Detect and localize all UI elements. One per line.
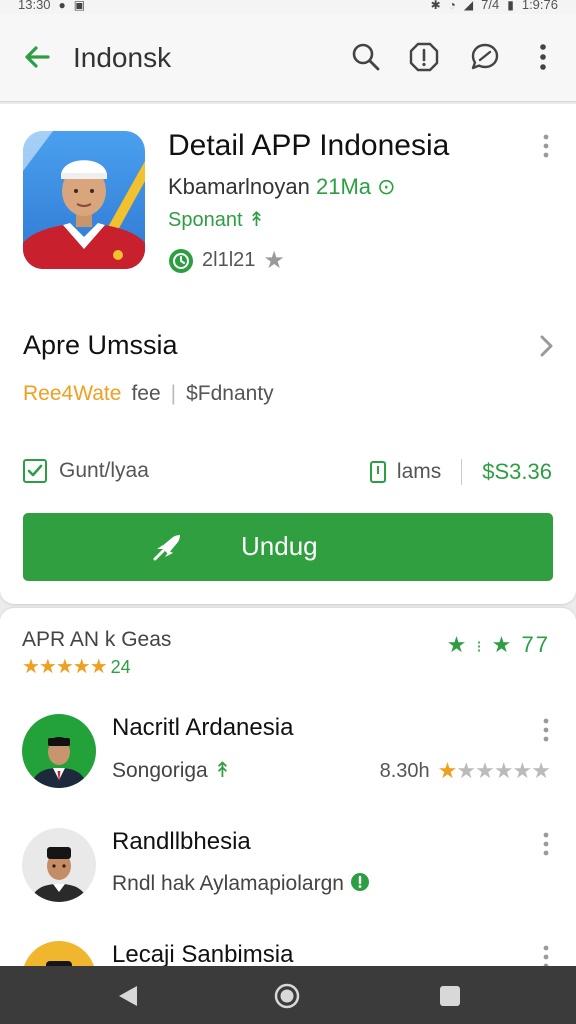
status-network: 7/4 bbox=[481, 0, 500, 12]
nav-back-icon[interactable] bbox=[115, 983, 141, 1009]
app-detail-card: Detail APP Indonesia Kbamarlnoyan 21Ma ⊙… bbox=[0, 104, 576, 604]
app-sponsor: Sponant ↟ bbox=[168, 207, 265, 232]
sponsor-icon: ↟ bbox=[213, 759, 232, 782]
review-stars: ★★★★★★ bbox=[437, 758, 551, 783]
reviews-rating: ★★★★★ 24 bbox=[22, 654, 131, 679]
notification-icon: ● bbox=[58, 0, 66, 12]
review-time: 8.30h bbox=[379, 759, 430, 782]
price-row: lams $S3.36 bbox=[369, 459, 552, 485]
reviews-summary-value: 77 bbox=[521, 632, 550, 657]
rating-count: 24 bbox=[110, 657, 131, 677]
system-nav-bar bbox=[0, 966, 576, 1024]
app-notification-icon: ▣ bbox=[73, 0, 86, 12]
star-icon: ★ bbox=[491, 632, 514, 657]
app-meta-text: 2l1l21 bbox=[202, 249, 256, 271]
star-icon: ★ bbox=[446, 632, 469, 657]
shield-info-icon[interactable] bbox=[408, 41, 440, 73]
reviewer-subtitle: Rndl hak Aylamapiolargn bbox=[112, 872, 370, 896]
developer-name: Kbamarlnoyan bbox=[168, 174, 310, 199]
more-options-icon[interactable] bbox=[542, 134, 550, 158]
reviewer-subtitle-text: Rndl hak Aylamapiolargn bbox=[112, 872, 344, 895]
avatar bbox=[22, 828, 96, 902]
review-meta: 8.30h ★★★★★★ bbox=[379, 758, 551, 784]
reviews-card: APR AN k Geas ★★★★★ 24 ★ ⁝ ★ 77 Nacritl A… bbox=[0, 608, 576, 1015]
battery-icon: ▮ bbox=[507, 0, 514, 12]
info-badge-icon bbox=[350, 873, 369, 891]
price-value: $S3.36 bbox=[482, 459, 552, 484]
nav-recents-icon[interactable] bbox=[437, 983, 463, 1009]
app-bar-title: Indonsk bbox=[73, 42, 172, 73]
search-icon[interactable] bbox=[350, 41, 382, 73]
signal-icon: ◢ bbox=[463, 0, 474, 12]
status-clock: 1:9:76 bbox=[521, 0, 558, 12]
status-time: 13:30 bbox=[18, 0, 51, 12]
reviewer-subtitle: Songoriga ↟ bbox=[112, 758, 231, 783]
reviewer-name: Nacritl Ardanesia bbox=[112, 714, 294, 741]
wifi-icon: ◔ bbox=[448, 0, 456, 12]
tag-rating: Ree4Wate bbox=[23, 382, 122, 405]
app-icon bbox=[23, 131, 145, 269]
reviewer-name: Lecaji Sanbimsia bbox=[112, 941, 294, 968]
sponsor-icon: ↟ bbox=[248, 209, 265, 231]
tag-row: Ree4Wate fee | $Fdnanty bbox=[23, 382, 274, 406]
checkbox-label: Gunt/lyaa bbox=[59, 459, 149, 482]
review-item[interactable]: Nacritl Ardanesia Songoriga ↟ 8.30h ★★★★… bbox=[0, 714, 576, 824]
star-outline-icon: ★ bbox=[263, 247, 285, 274]
reviews-title: APR AN k Geas bbox=[22, 628, 172, 651]
chevron-right-icon[interactable] bbox=[536, 331, 556, 361]
status-bar: 13:30 ● ▣ ✱ ◔ ◢ 7/4 ▮ 1:9:76 bbox=[0, 0, 576, 14]
price-divider bbox=[461, 459, 463, 485]
more-options-icon[interactable] bbox=[542, 832, 550, 856]
device-icon bbox=[369, 461, 386, 483]
app-developer[interactable]: Kbamarlnoyan 21Ma ⊙ bbox=[168, 174, 396, 200]
checkbox[interactable] bbox=[23, 459, 47, 483]
app-meta: 2l1l21 ★ bbox=[168, 246, 285, 275]
reviewer-name: Randllbhesia bbox=[112, 828, 251, 855]
nav-home-icon[interactable] bbox=[274, 983, 300, 1009]
check-icon bbox=[27, 464, 43, 477]
back-arrow-icon[interactable] bbox=[22, 42, 52, 72]
developer-tag: 21Ma bbox=[316, 174, 372, 199]
checkbox-row[interactable]: Gunt/lyaa bbox=[23, 459, 149, 483]
avatar bbox=[22, 714, 96, 788]
clock-badge-icon bbox=[169, 248, 193, 273]
reviewer-subtitle-text: Songoriga bbox=[112, 759, 208, 782]
review-item[interactable]: Randllbhesia Rndl hak Aylamapiolargn bbox=[0, 828, 576, 938]
more-options-icon[interactable] bbox=[542, 718, 550, 742]
tag-extra: $Fdnanty bbox=[186, 382, 274, 405]
rocket-icon bbox=[153, 535, 180, 561]
section-title[interactable]: Apre Umssia bbox=[23, 330, 178, 361]
chat-icon[interactable] bbox=[469, 41, 501, 73]
reviews-summary[interactable]: ★ ⁝ ★ 77 bbox=[447, 632, 550, 658]
install-label: Undug bbox=[241, 531, 318, 561]
tag-fee: fee bbox=[131, 382, 161, 405]
app-title: Detail APP Indonesia bbox=[168, 129, 450, 162]
install-button[interactable]: Undug bbox=[23, 513, 553, 581]
price-info: lams bbox=[396, 460, 442, 483]
verified-icon: ⊙ bbox=[377, 174, 396, 199]
bluetooth-icon: ✱ bbox=[430, 0, 441, 12]
tag-divider: | bbox=[170, 382, 177, 405]
more-vert-icon[interactable] bbox=[527, 41, 559, 73]
app-bar: Indonsk bbox=[0, 14, 576, 102]
separator-icon: ⁝ bbox=[476, 639, 484, 656]
sponsor-label: Sponant bbox=[168, 209, 243, 231]
rating-stars: ★★★★★ bbox=[22, 656, 108, 678]
